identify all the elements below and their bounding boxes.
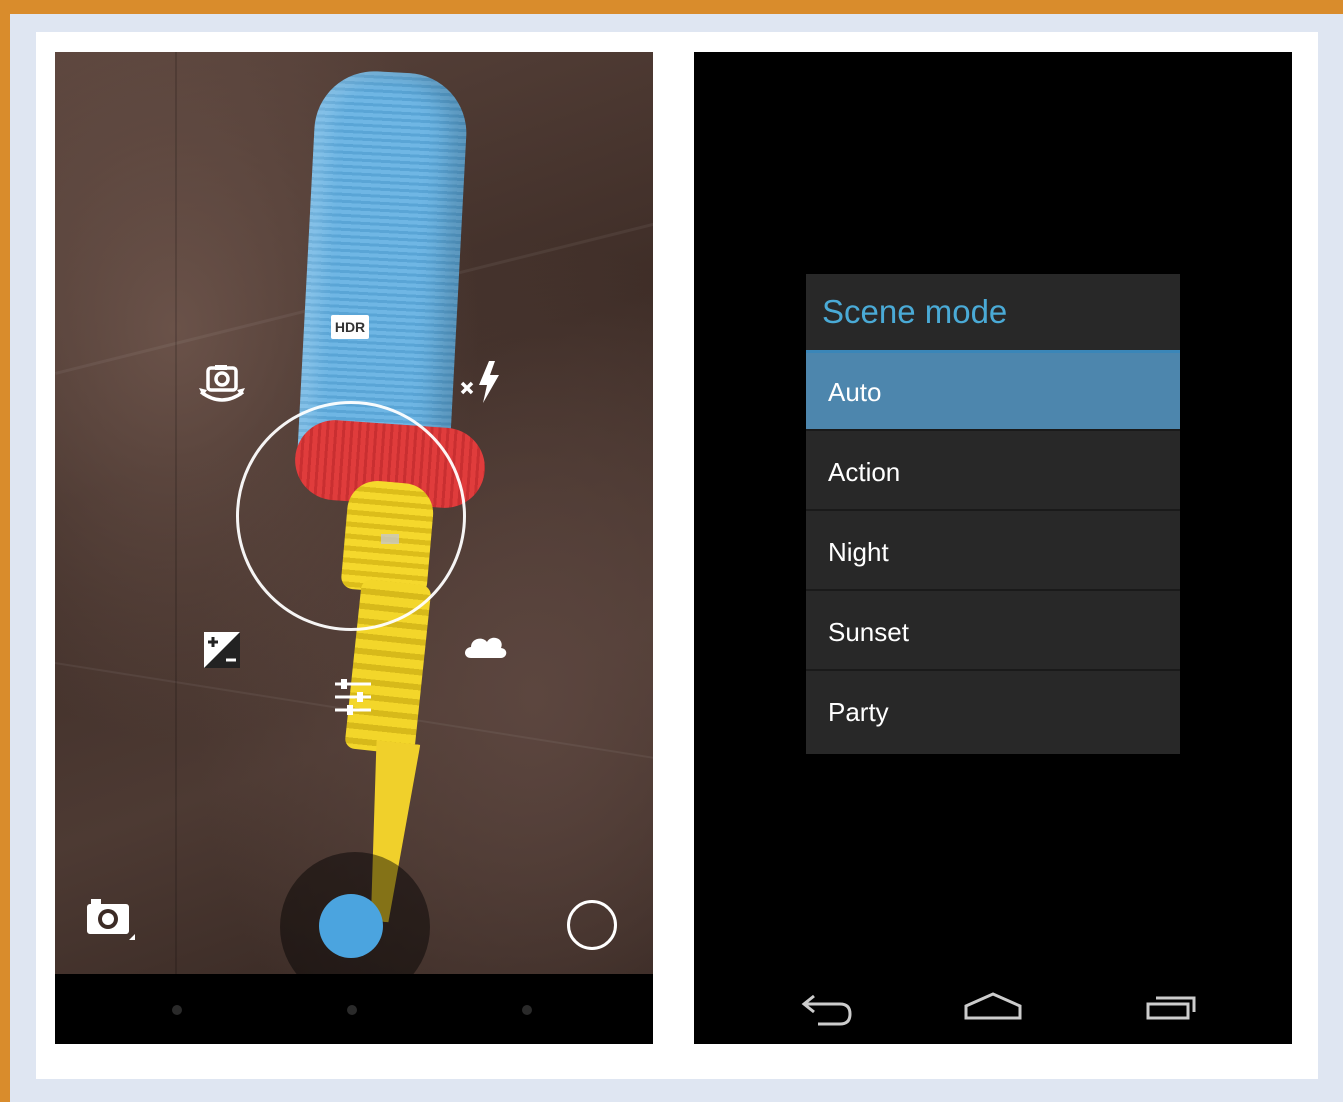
flash-off-icon[interactable]	[457, 357, 511, 407]
recents-icon[interactable]	[1136, 982, 1206, 1032]
scene-option-sunset[interactable]: Sunset	[806, 593, 1180, 671]
home-icon[interactable]	[958, 982, 1028, 1032]
camera-viewfinder[interactable]: HDR	[55, 52, 653, 974]
dialog-title: Scene mode	[822, 293, 1008, 330]
scene-option-party[interactable]: Party	[806, 673, 1180, 751]
nav-dot-icon[interactable]	[347, 1005, 357, 1015]
camera-mode-icon[interactable]	[83, 890, 139, 946]
cloudy-icon[interactable]	[461, 628, 509, 664]
exposure-icon[interactable]	[202, 630, 242, 670]
fabric-fold	[175, 52, 177, 974]
scene-mode-dialog: Scene mode Auto Action Night Sunset Part…	[806, 274, 1180, 754]
navigation-bar	[55, 974, 653, 1044]
shutter-button[interactable]	[319, 894, 383, 958]
focus-indicator	[381, 534, 399, 544]
camera-switch-icon[interactable]	[195, 362, 249, 412]
scene-mode-screen: Scene mode Auto Action Night Sunset Part…	[694, 52, 1292, 1044]
nav-dot-icon[interactable]	[522, 1005, 532, 1015]
scene-option-action[interactable]: Action	[806, 433, 1180, 511]
navigation-bar	[694, 974, 1292, 1044]
gallery-thumbnail-button[interactable]	[567, 900, 617, 950]
nav-dot-icon[interactable]	[172, 1005, 182, 1015]
settings-sliders-icon[interactable]	[331, 674, 375, 720]
hdr-toggle[interactable]: HDR	[331, 315, 369, 339]
scene-option-night[interactable]: Night	[806, 513, 1180, 591]
back-icon[interactable]	[792, 982, 862, 1032]
focus-ring	[236, 401, 466, 631]
camera-screen: HDR	[55, 52, 653, 1044]
scene-option-auto[interactable]: Auto	[806, 353, 1180, 431]
